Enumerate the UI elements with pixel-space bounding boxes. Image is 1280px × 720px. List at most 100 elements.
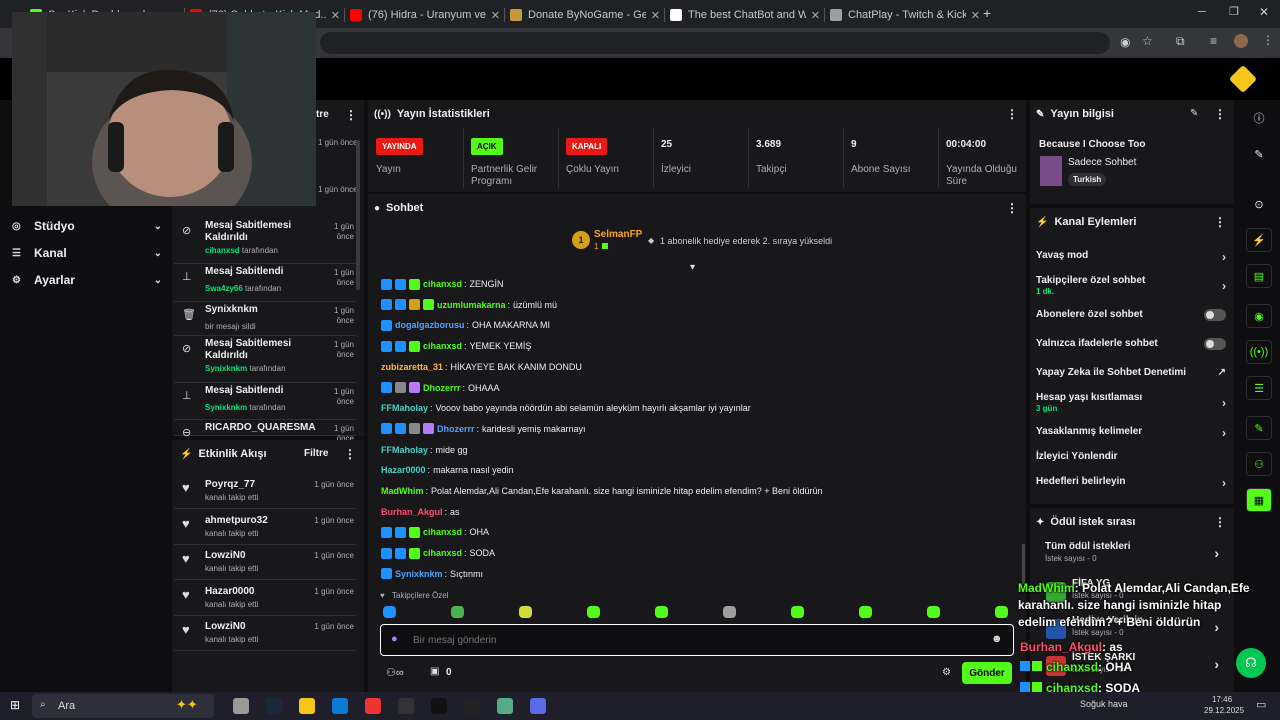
chat-bubble-icon[interactable]: ◉ <box>1246 304 1272 328</box>
emote-icon[interactable] <box>587 606 600 618</box>
close-window-icon[interactable]: ✕ <box>1259 5 1269 19</box>
sidebar-menu-0[interactable]: ◎ Stüdyo ⌄ <box>12 216 162 236</box>
chat-menu-icon[interactable]: ⋮ <box>1006 201 1018 215</box>
browser-tab[interactable]: ChatPlay - Twitch & Kick İzleyic... ✕ <box>830 4 980 26</box>
new-tab-button[interactable]: + <box>983 5 991 21</box>
activity-item[interactable]: ♥ LowziN0 kanalı takip etti 1 gün önce <box>174 545 356 580</box>
chat-username[interactable]: cihanxsd <box>423 527 462 537</box>
nodes-icon[interactable]: ⚇ <box>1246 452 1272 476</box>
channel-action-item[interactable]: Yalnızca ifadelerle sohbet <box>1036 338 1226 358</box>
kick-logo-icon[interactable] <box>1228 64 1258 94</box>
lightning-icon[interactable]: ⚡ <box>1246 228 1272 252</box>
channel-action-item[interactable]: Yapay Zeka ile Sohbet Denetimi ↗ <box>1036 367 1226 387</box>
activity-item[interactable]: ♥ Hazar0000 kanalı takip etti 1 gün önce <box>174 581 356 616</box>
weather-label[interactable]: Soğuk hava <box>1080 699 1128 709</box>
chat-username[interactable]: Hazar0000 <box>381 465 426 475</box>
chevron-right-icon[interactable]: › <box>1222 396 1226 410</box>
chat-message[interactable]: FFMaholay: Vooov babo yayında nöördün abi… <box>381 401 751 415</box>
collapse-pin-icon[interactable]: ▾ <box>690 262 695 273</box>
chevron-down-icon[interactable]: ⌄ <box>154 275 162 286</box>
clock-date[interactable]: 29.12.2025 <box>1204 706 1244 715</box>
channel-action-item[interactable]: Abonelere özel sohbet <box>1036 309 1226 329</box>
emote-icon[interactable] <box>995 606 1008 618</box>
reading-list-icon[interactable]: ≡ <box>1210 34 1217 48</box>
emote-icon[interactable] <box>723 606 736 618</box>
tab-close-icon[interactable]: ✕ <box>971 9 980 22</box>
minimize-icon[interactable]: ─ <box>1198 6 1206 18</box>
info-icon[interactable]: ⓘ <box>1246 106 1272 130</box>
document-icon[interactable]: ▤ <box>1246 264 1272 288</box>
chat-message[interactable]: Hazar0000: makarna nasıl yedin <box>381 463 514 477</box>
chat-username[interactable]: zubizaretta_31 <box>381 362 443 372</box>
microphone-icon[interactable]: ● <box>391 633 398 645</box>
taskbar-search-box[interactable]: ⌕ Ara ✦✦ <box>32 694 214 718</box>
emote-icon[interactable] <box>859 606 872 618</box>
chat-message[interactable]: cihanxsd: YEMEK YEMİŞ <box>381 339 531 353</box>
mod-action-item[interactable]: ⊥ Mesaj Sabitlendi Synixknkm tarafından 1 g… <box>174 383 356 420</box>
channel-actions-menu-icon[interactable]: ⋮ <box>1214 215 1226 229</box>
chat-message[interactable]: Synixknkm: Sıçtınmı <box>381 567 483 581</box>
taskbar-app-icon[interactable] <box>299 698 315 714</box>
chat-username[interactable]: Synixknkm <box>395 569 443 579</box>
chat-message[interactable]: Dhozerrr: karidesli yemiş makarnayı <box>381 422 586 436</box>
tab-close-icon[interactable]: ✕ <box>811 9 820 22</box>
eye-icon[interactable]: ◉ <box>1120 35 1130 49</box>
mod-action-item[interactable]: ⊖ RICARDO_QUARESMA 1 gün önce <box>174 420 356 443</box>
browser-tab[interactable]: The best ChatBot and Widgets... ✕ <box>670 4 820 26</box>
tab-close-icon[interactable]: ✕ <box>331 9 340 22</box>
mod-action-user[interactable]: Synixknkm <box>205 364 247 373</box>
emote-icon[interactable] <box>451 606 464 618</box>
chat-message[interactable]: FFMaholay: mide gg <box>381 443 468 457</box>
chevron-down-icon[interactable]: ⌄ <box>154 221 162 232</box>
bookmark-star-icon[interactable]: ☆ <box>1142 34 1153 48</box>
emote-icon[interactable] <box>655 606 668 618</box>
browser-menu-icon[interactable]: ⋮ <box>1262 33 1274 47</box>
chat-message[interactable]: MadWhim: Polat Alemdar,Ali Candan,Efe kar… <box>381 484 823 498</box>
taskbar-app-icon[interactable] <box>266 698 282 714</box>
gift-box-icon[interactable]: ▣ <box>430 666 439 677</box>
external-link-icon[interactable]: ↗ <box>1218 367 1226 378</box>
channel-action-item[interactable]: Hesap yaşı kısıtlaması 3 gün › <box>1036 392 1226 413</box>
reward-item[interactable]: Tüm ödül istekleri İstek sayısı - 0 › <box>1045 541 1219 571</box>
notification-icon[interactable]: ▭ <box>1256 698 1266 711</box>
send-button[interactable]: Gönder <box>962 662 1012 684</box>
restore-icon[interactable]: ❐ <box>1229 5 1239 18</box>
chevron-right-icon[interactable]: › <box>1222 279 1226 293</box>
mod-action-item[interactable]: ⊘ Mesaj Sabitlemesi Kaldırıldı cihanxsd ta… <box>174 218 356 264</box>
chat-username[interactable]: FFMaholay <box>381 403 428 413</box>
browser-tab[interactable]: (76) Hidra - Uranyum ve Roket ✕ <box>350 4 500 26</box>
address-field[interactable] <box>320 32 1110 54</box>
chat-message[interactable]: cihanxsd: ZENGİN <box>381 277 504 291</box>
chat-username[interactable]: Dhozerrr <box>437 424 475 434</box>
sidebar-menu-2[interactable]: ⚙ Ayarlar ⌄ <box>12 270 162 290</box>
chat-message[interactable]: Dhozerrr: OHAAA <box>381 381 500 395</box>
chevron-right-icon[interactable]: › <box>1222 476 1226 490</box>
activity-item[interactable]: ♥ LowziN0 kanalı takip etti 1 gün önce <box>174 616 356 651</box>
broadcast-icon[interactable]: ((•)) <box>1246 340 1272 364</box>
channel-action-item[interactable]: Yavaş mod › <box>1036 250 1226 270</box>
mod-action-item[interactable]: ⊘ Mesaj Sabitlemesi Kaldırıldı Synixknkm t… <box>174 336 356 383</box>
stream-info-menu-icon[interactable]: ⋮ <box>1214 107 1226 121</box>
extensions-icon[interactable]: ⧉ <box>1176 34 1185 49</box>
chat-message[interactable]: Burhan_Akgul: as <box>381 505 460 519</box>
chat-message[interactable]: uzumlumakarna: üzümlü mü <box>381 298 557 312</box>
chat-username[interactable]: uzumlumakarna <box>437 300 506 310</box>
chat-username[interactable]: dogalgazborusu <box>395 320 465 330</box>
chat-username[interactable]: FFMaholay <box>381 445 428 455</box>
stream-stats-menu-icon[interactable]: ⋮ <box>1006 107 1018 121</box>
category-name[interactable]: Sadece Sohbet <box>1068 157 1136 168</box>
chat-message[interactable]: dogalgazborusu: OHA MAKARNA MI <box>381 318 550 332</box>
channel-action-item[interactable]: İzleyici Yönlendir <box>1036 451 1226 471</box>
mod-action-user[interactable]: cihanxsd <box>205 246 240 255</box>
mod-actions-filter-partial[interactable]: tre <box>316 109 329 120</box>
mod-action-user[interactable]: Synixknkm <box>205 403 247 412</box>
activity-item[interactable]: ♥ ahmetpuro32 kanalı takip etti 1 gün önce <box>174 510 356 545</box>
chat-username[interactable]: cihanxsd <box>423 279 462 289</box>
emote-icon[interactable] <box>519 606 532 618</box>
sidebar-menu-1[interactable]: ☰ Kanal ⌄ <box>12 243 162 263</box>
browser-tab[interactable]: Donate ByNoGame - Gelen/Gi... ✕ <box>510 4 660 26</box>
toggle-switch[interactable] <box>1204 338 1226 350</box>
taskbar-app-icon[interactable] <box>398 698 414 714</box>
tools-icon[interactable]: ✎ <box>1246 416 1272 440</box>
chat-username[interactable]: cihanxsd <box>423 548 462 558</box>
